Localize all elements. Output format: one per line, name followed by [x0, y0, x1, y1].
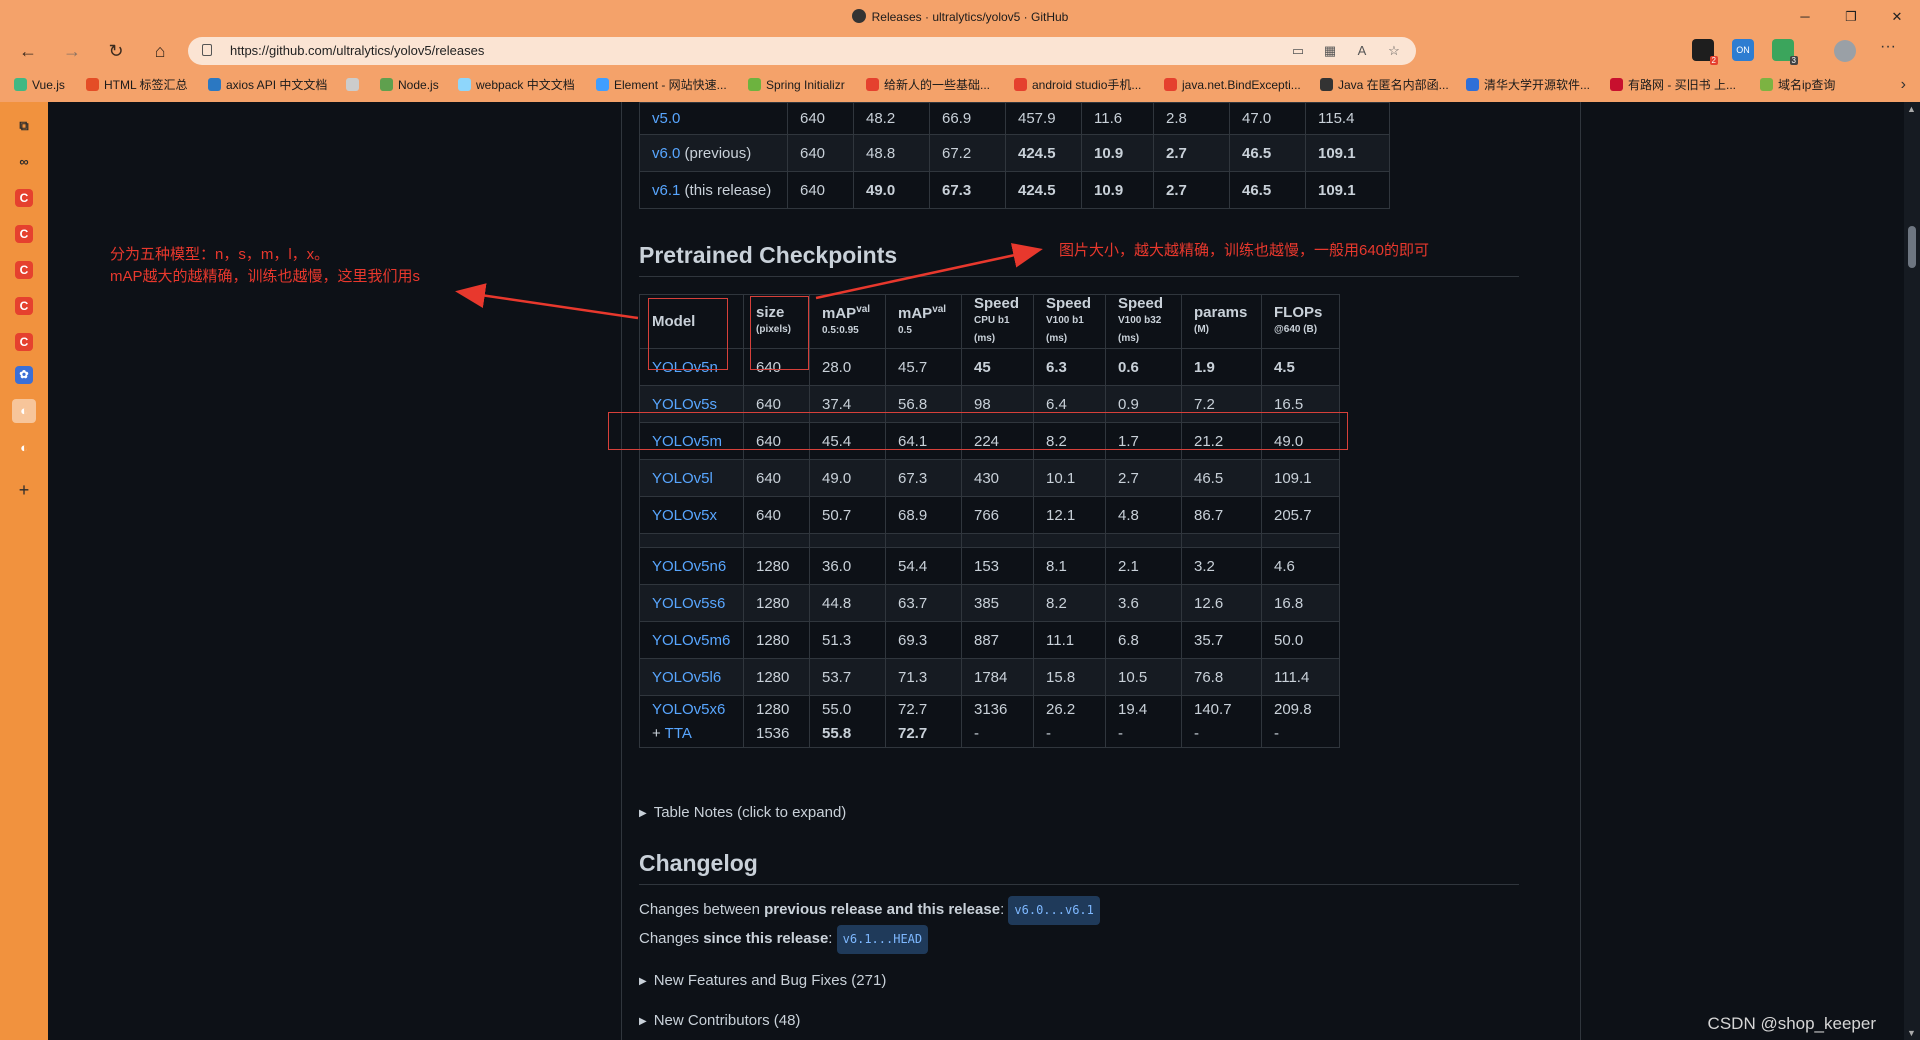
youlu-icon	[1610, 78, 1623, 91]
bookmark-label: webpack 中文文档	[476, 78, 575, 92]
more-menu-icon[interactable]: ···	[1880, 38, 1896, 56]
csdn-icon[interactable]: C	[15, 189, 33, 207]
bookmark-label: 有路网 - 买旧书 上...	[1628, 78, 1737, 92]
bookmark-label: 域名ip查询	[1778, 78, 1836, 92]
url-text[interactable]: https://github.com/ultralytics/yolov5/re…	[230, 37, 484, 65]
window-title-text: Releases · ultralytics/yolov5 · GitHub	[871, 10, 1069, 24]
chevron-right-icon[interactable]: ›	[1901, 68, 1906, 102]
bookmark-label: Node.js	[398, 78, 439, 92]
scrollbar-thumb[interactable]	[1908, 226, 1916, 268]
title-bar: Releases · ultralytics/yolov5 · GitHub ─…	[0, 0, 1920, 34]
navigation-bar: ← → ↻ ⌂ https://github.com/ultralytics/y…	[0, 34, 1920, 68]
bookmark-label: Vue.js	[32, 78, 65, 92]
qr-code-icon[interactable]: ▦	[1320, 41, 1340, 61]
infinity-icon[interactable]: ∞	[12, 150, 36, 174]
bookmark-item[interactable]	[346, 68, 364, 102]
window-title: Releases · ultralytics/yolov5 · GitHub	[0, 0, 1920, 34]
bookmark-label: 给新人的一些基础...	[884, 78, 991, 92]
bookmark-item[interactable]: Element - 网站快速...	[596, 68, 727, 102]
add-icon[interactable]: +	[12, 478, 36, 502]
extension-on-icon[interactable]: ON	[1732, 39, 1754, 61]
bookmark-label: java.net.BindExcepti...	[1182, 78, 1301, 92]
address-bar-actions: ▭ ▦ A ☆	[1288, 41, 1404, 61]
bookmark-item[interactable]: java.net.BindExcepti...	[1164, 68, 1301, 102]
screen-cast-icon[interactable]: ▭	[1288, 41, 1308, 61]
bookmarks-bar: Vue.js HTML 标签汇总 axios API 中文文档 Node.js …	[0, 68, 1920, 102]
bookmark-item[interactable]: axios API 中文文档	[208, 68, 327, 102]
csdn-icon	[1164, 78, 1177, 91]
bookmark-label: 清华大学开源软件...	[1484, 78, 1591, 92]
scroll-up-icon[interactable]: ▲	[1907, 104, 1916, 114]
csdn-icon[interactable]: C	[15, 297, 33, 315]
arrow-to-left-note	[455, 283, 639, 320]
minimize-button[interactable]: ─	[1782, 0, 1828, 34]
tabs-icon[interactable]: ⧉	[12, 114, 36, 138]
page-content: v5.0 640 48.2 66.9 457.9 11.6 2.8 47.0 1…	[48, 102, 1904, 1040]
extension-badge: 3	[1789, 56, 1798, 65]
bookmark-label: Java 在匿名内部函...	[1338, 78, 1449, 92]
bookmark-item[interactable]: android studio手机...	[1014, 68, 1141, 102]
extension-shield-icon[interactable]: 3	[1772, 39, 1798, 65]
csdn-icon	[866, 78, 879, 91]
spring-icon	[748, 78, 761, 91]
scroll-down-icon[interactable]: ▼	[1907, 1028, 1916, 1038]
web-icon	[1320, 78, 1333, 91]
bookmark-item[interactable]: Spring Initializr	[748, 68, 845, 102]
restore-button[interactable]: ❐	[1828, 0, 1874, 34]
bookmark-item[interactable]: HTML 标签汇总	[86, 68, 188, 102]
axios-icon	[208, 78, 221, 91]
profile-avatar[interactable]	[1834, 40, 1856, 62]
forward-button[interactable]: →	[58, 38, 86, 64]
bookmark-item[interactable]: webpack 中文文档	[458, 68, 575, 102]
csdn-icon	[1014, 78, 1027, 91]
page-scrollbar[interactable]: ▲ ▼	[1904, 102, 1920, 1040]
bookmark-item[interactable]: 域名ip查询	[1760, 68, 1835, 102]
github-icon[interactable]: ◐	[12, 399, 36, 423]
baidu-icon[interactable]: ✿	[15, 366, 33, 384]
bookmark-item[interactable]: 给新人的一些基础...	[866, 68, 990, 102]
bookmark-item[interactable]: 清华大学开源软件...	[1466, 68, 1590, 102]
nodejs-icon	[380, 78, 393, 91]
home-button[interactable]: ⌂	[146, 38, 174, 64]
github-icon[interactable]: ◐	[12, 436, 36, 460]
bookmark-label: Spring Initializr	[766, 78, 845, 92]
address-bar[interactable]: https://github.com/ultralytics/yolov5/re…	[188, 37, 1416, 65]
browser-sidebar: ⧉ ∞ C C C C C ✿ ◐ ◐ +	[0, 102, 48, 1040]
back-button[interactable]: ←	[14, 38, 42, 64]
bookmark-label: Element - 网站快速...	[614, 78, 727, 92]
window-controls: ─ ❐ ✕	[1782, 0, 1920, 34]
csdn-icon[interactable]: C	[15, 261, 33, 279]
bookmark-item[interactable]: 有路网 - 买旧书 上...	[1610, 68, 1736, 102]
ip-lookup-icon	[1760, 78, 1773, 91]
csdn-icon[interactable]: C	[15, 225, 33, 243]
page-icon	[346, 78, 359, 91]
webpack-icon	[458, 78, 471, 91]
favorite-star-icon[interactable]: ☆	[1384, 41, 1404, 61]
extensions: 2 ON 3	[1692, 39, 1798, 65]
bookmark-item[interactable]: Vue.js	[14, 68, 65, 102]
extension-badge: 2	[1709, 56, 1718, 65]
bookmark-label: axios API 中文文档	[226, 78, 328, 92]
read-aloud-icon[interactable]: A	[1352, 41, 1372, 61]
extension-icon[interactable]: 2	[1692, 39, 1718, 65]
lock-icon	[202, 44, 212, 56]
bookmark-item[interactable]: Node.js	[380, 68, 439, 102]
reload-button[interactable]: ↻	[102, 38, 130, 64]
annotation-arrows	[455, 243, 1043, 320]
close-button[interactable]: ✕	[1874, 0, 1920, 34]
csdn-icon[interactable]: C	[15, 333, 33, 351]
tuna-icon	[1466, 78, 1479, 91]
bookmark-label: android studio手机...	[1032, 78, 1142, 92]
bookmark-item[interactable]: Java 在匿名内部函...	[1320, 68, 1449, 102]
html-icon	[86, 78, 99, 91]
github-icon	[851, 9, 866, 23]
vue-icon	[14, 78, 27, 91]
arrow-to-right-note	[815, 243, 1043, 300]
element-icon	[596, 78, 609, 91]
watermark: CSDN @shop_keeper	[1707, 1014, 1876, 1033]
bookmark-label: HTML 标签汇总	[104, 78, 188, 92]
